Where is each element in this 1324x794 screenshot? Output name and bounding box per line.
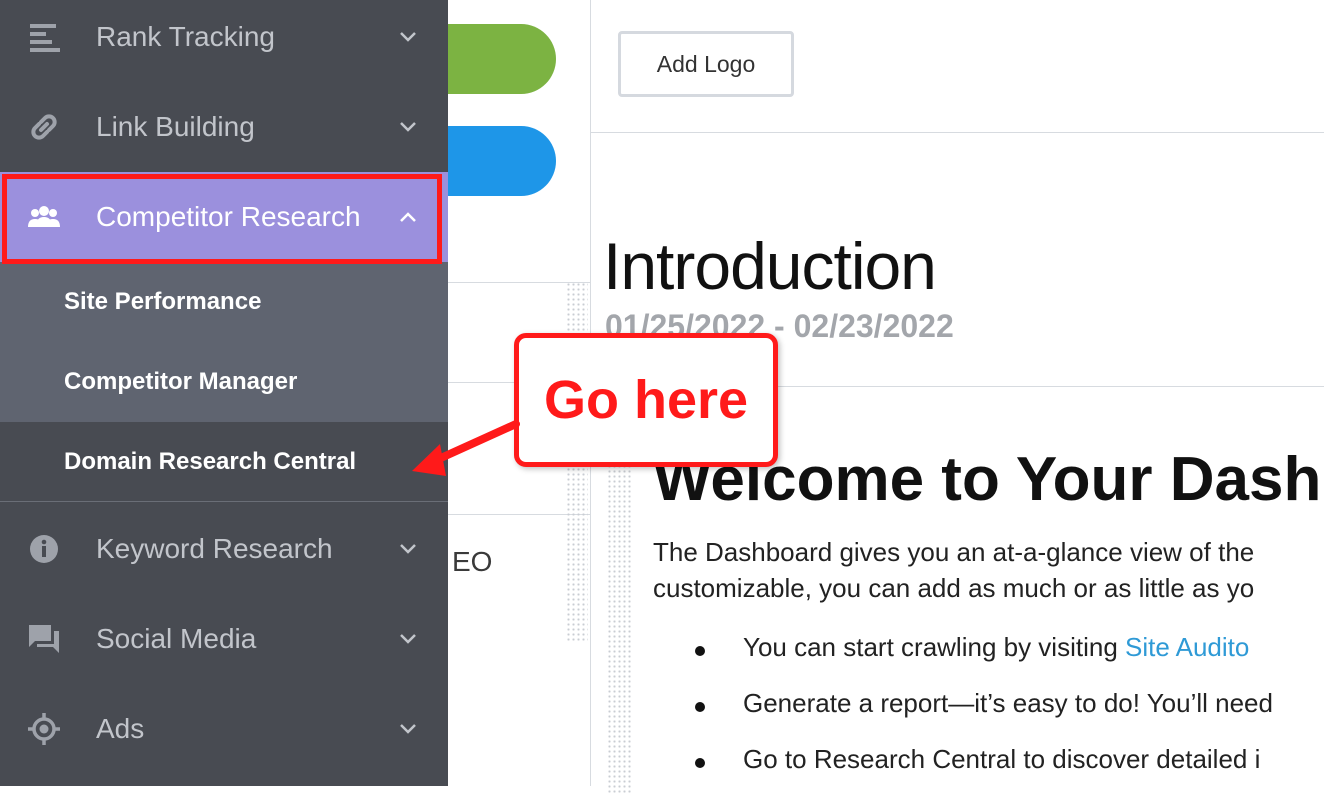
paragraph-line: The Dashboard gives you an at-a-glance v… <box>653 537 1255 567</box>
sidebar-divider <box>0 501 448 502</box>
submenu-item-competitor-manager[interactable]: Competitor Manager <box>0 342 448 422</box>
divider <box>591 132 1324 133</box>
sidebar-item-ads[interactable]: Ads <box>0 684 448 774</box>
submenu-item-label: Site Performance <box>64 288 262 315</box>
intro-paragraph: The Dashboard gives you an at-a-glance v… <box>653 534 1254 606</box>
callout-text: Go here <box>543 370 749 430</box>
sidebar-item-link-building[interactable]: Link Building <box>0 82 448 172</box>
chevron-down-icon <box>396 717 420 741</box>
list-item-text: Generate a report—it’s easy to do! You’l… <box>743 688 1273 718</box>
chevron-down-icon <box>396 115 420 139</box>
info-circle-icon <box>26 531 62 567</box>
chat-icon <box>26 621 62 657</box>
submenu-item-site-performance[interactable]: Site Performance <box>0 262 448 342</box>
sidebar-item-keyword-research[interactable]: Keyword Research <box>0 504 448 594</box>
sidebar-item-label: Rank Tracking <box>96 21 275 52</box>
sidebar-item-rank-tracking[interactable]: Rank Tracking <box>0 0 448 82</box>
sidebar-nav: Rank Tracking Link Building Competitor R… <box>0 0 448 786</box>
chevron-down-icon <box>396 627 420 651</box>
page-title: Introduction <box>603 229 937 303</box>
link-icon <box>26 109 62 145</box>
bullet-icon <box>695 646 705 656</box>
sidebar-item-label: Ads <box>96 713 145 744</box>
dotted-drag-handle[interactable] <box>607 464 633 794</box>
list-item-text: You can start crawling by visiting <box>743 632 1126 662</box>
chevron-down-icon <box>396 25 420 49</box>
bullet-icon <box>695 702 705 712</box>
list-item-text: Go to Research Central to discover detai… <box>743 744 1261 774</box>
paragraph-line: customizable, you can add as much or as … <box>653 573 1255 603</box>
bullet-icon <box>695 758 705 768</box>
chevron-up-icon <box>396 205 420 229</box>
chevron-down-icon <box>396 537 420 561</box>
sidebar-item-social-media[interactable]: Social Media <box>0 594 448 684</box>
site-audit-link[interactable]: Site Audito <box>1125 632 1249 662</box>
sidebar-item-label: Competitor Research <box>96 201 361 232</box>
annotation-callout: Go here <box>514 333 778 467</box>
sidebar-item-label: Keyword Research <box>96 533 333 564</box>
submenu-competitor-research: Site Performance Competitor Manager Doma… <box>0 262 448 502</box>
submenu-item-label: Competitor Manager <box>64 368 298 395</box>
sidebar-item-competitor-research[interactable]: Competitor Research <box>0 172 448 262</box>
partial-label: EO <box>452 546 493 577</box>
sidebar-item-label: Link Building <box>96 111 255 142</box>
add-logo-button[interactable]: Add Logo <box>618 31 794 97</box>
sidebar-item-label: Social Media <box>96 623 257 654</box>
submenu-item-domain-research-central[interactable]: Domain Research Central <box>0 422 448 502</box>
bar-list-icon <box>26 19 62 55</box>
submenu-item-label: Domain Research Central <box>64 448 357 475</box>
target-icon <box>26 711 62 747</box>
users-icon <box>26 199 62 235</box>
